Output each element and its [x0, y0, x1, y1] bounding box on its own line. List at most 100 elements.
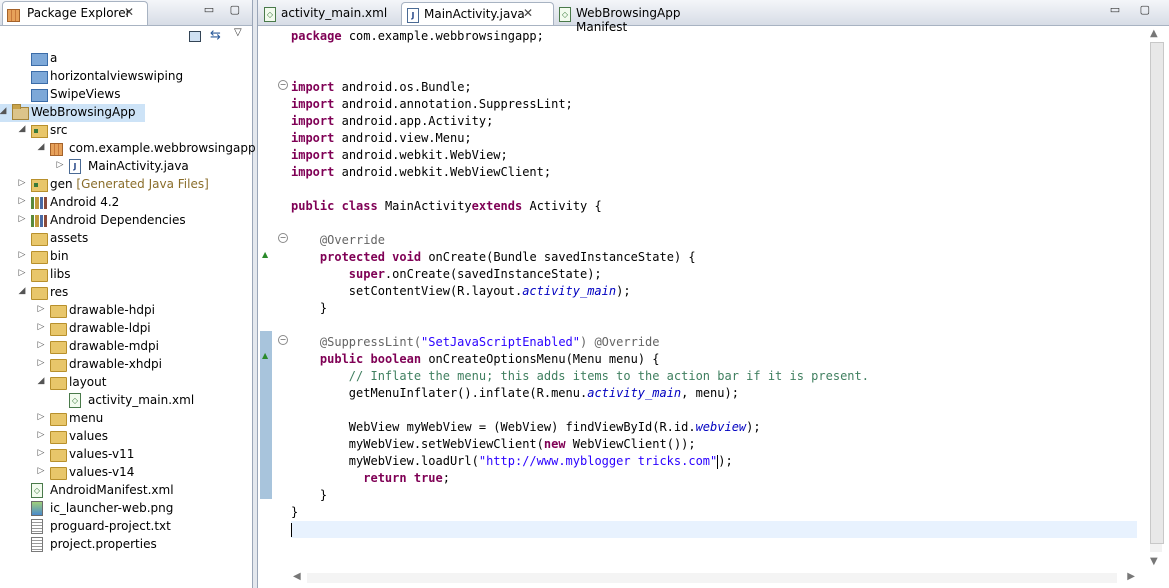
xml-file-icon: ◇ [264, 7, 276, 22]
tree-item[interactable]: a [0, 50, 250, 68]
tree-item[interactable]: ▷ drawable-xhdpi [0, 356, 250, 374]
expand-icon[interactable]: ▷ [17, 178, 27, 188]
expand-icon[interactable]: ▷ [36, 304, 46, 314]
tree-item[interactable]: ◢ src [0, 122, 250, 140]
tree-item[interactable]: ◇ activity_main.xml [0, 392, 250, 410]
tree-item[interactable]: ▷ values-v14 [0, 464, 250, 482]
close-icon[interactable]: ✕ [523, 6, 533, 20]
tree-item[interactable]: ▷ menu [0, 410, 250, 428]
override-marker-icon[interactable]: ▲ [262, 351, 268, 360]
tree-item[interactable]: ▷ values [0, 428, 250, 446]
expand-icon[interactable]: ▷ [36, 358, 46, 368]
tree-item[interactable]: ▷ bin [0, 248, 250, 266]
annotation-ruler: ▲ ▲ [258, 26, 275, 588]
tree-item-label: values-v11 [69, 447, 134, 461]
expand-icon[interactable]: ▷ [36, 340, 46, 350]
code-token: .onCreate(savedInstanceState); [384, 267, 602, 281]
tree-item[interactable]: ◇ AndroidManifest.xml [0, 482, 250, 500]
fold-imports-icon[interactable]: − [278, 80, 288, 90]
code-token: "SetJavaScriptEnabled" [421, 335, 580, 349]
vertical-scrollbar[interactable]: ▲ ▼ [1138, 26, 1169, 588]
collapse-icon[interactable]: ◢ [0, 106, 8, 116]
scroll-left-icon[interactable]: ◀ [293, 571, 301, 582]
view-menu-icon[interactable]: ▽ [234, 27, 242, 38]
tree-item-label: drawable-hdpi [69, 303, 155, 317]
expand-icon[interactable]: ▷ [36, 430, 46, 440]
expand-icon[interactable]: ▷ [17, 250, 27, 260]
tree-item[interactable]: ▷ gen [Generated Java Files] [0, 176, 250, 194]
code-token: onCreateOptionsMenu(Menu menu) { [428, 352, 660, 366]
tree-item[interactable]: project.properties [0, 536, 250, 554]
scroll-right-icon[interactable]: ▶ [1127, 571, 1135, 582]
scroll-up-icon[interactable]: ▲ [1150, 28, 1158, 39]
horizontal-scrollbar[interactable]: ◀ ▶ [291, 570, 1137, 586]
tree-item[interactable]: horizontalviewswiping [0, 68, 250, 86]
tree-item-label: MainActivity.java [88, 159, 189, 173]
collapse-icon[interactable]: ◢ [17, 286, 27, 296]
tree-item[interactable]: ◢ WebBrowsingApp [0, 104, 145, 122]
fold-oncreate-icon[interactable]: − [278, 233, 288, 243]
code-area[interactable]: package com.example.webbrowsingapp; impor… [291, 26, 1137, 570]
folder-icon [31, 269, 48, 282]
code-token: } [291, 488, 328, 502]
blue-folder-icon [31, 71, 48, 84]
fold-oncreateoptionsmenu-icon[interactable]: − [278, 335, 288, 345]
tree-item[interactable]: ▷ J MainActivity.java [0, 158, 250, 176]
tree-item[interactable]: ▷ libs [0, 266, 250, 284]
override-marker-icon[interactable]: ▲ [262, 250, 268, 259]
tree-item[interactable]: ▷ values-v11 [0, 446, 250, 464]
expand-icon[interactable]: ▷ [17, 268, 27, 278]
collapse-icon[interactable]: ◢ [17, 124, 27, 134]
package-explorer-view: Package Explorer ✕ ▭ ▢ ⇆ ▽ a horizontalvi… [0, 0, 256, 588]
tree-item-name: src [50, 123, 68, 137]
code-token: @SuppressLint( [291, 335, 422, 349]
code-token: android.webkit.WebViewClient; [341, 165, 552, 179]
tree-item[interactable]: ic_launcher-web.png [0, 500, 250, 518]
tree-item[interactable]: assets [0, 230, 250, 248]
expand-icon[interactable]: ▷ [36, 412, 46, 422]
expand-icon[interactable]: ▷ [55, 160, 65, 170]
tree-item[interactable]: ▷ drawable-mdpi [0, 338, 250, 356]
code-token: onCreate(Bundle savedInstanceState) { [428, 250, 696, 264]
close-icon[interactable]: ✕ [124, 5, 134, 19]
editor-tab[interactable]: ◇ activity_main.xml [259, 2, 399, 24]
tree-item-decoration: [Generated Java Files] [72, 177, 209, 191]
expand-icon[interactable]: ▷ [36, 322, 46, 332]
editor-minimize-maximize-icons[interactable]: ▭ ▢ [1110, 3, 1158, 16]
tree-item[interactable]: SwipeViews [0, 86, 250, 104]
tree-item[interactable]: ▷ Android 4.2 [0, 194, 250, 212]
tree-item[interactable]: ▷ drawable-hdpi [0, 302, 250, 320]
expand-icon[interactable]: ▷ [36, 448, 46, 458]
collapse-icon[interactable]: ◢ [36, 142, 46, 152]
tree-item[interactable]: proguard-project.txt [0, 518, 250, 536]
tree-item-name: WebBrowsingApp [31, 105, 136, 119]
expand-icon[interactable]: ▷ [17, 214, 27, 224]
project-icon [12, 104, 29, 120]
package-explorer-tab[interactable]: Package Explorer ✕ [2, 1, 148, 25]
code-token: } [291, 301, 328, 315]
tree-item[interactable]: ◢ layout [0, 374, 250, 392]
collapse-icon[interactable]: ◢ [36, 376, 46, 386]
expand-icon[interactable]: ▷ [17, 196, 27, 206]
tree-item[interactable]: ◢ com.example.webbrowsingapp [0, 140, 256, 158]
tree-item[interactable]: ▷ drawable-ldpi [0, 320, 250, 338]
tree-item[interactable]: ◢ res [0, 284, 250, 302]
link-with-editor-icon[interactable]: ⇆ [210, 28, 221, 43]
scroll-down-icon[interactable]: ▼ [1150, 556, 1158, 567]
code-token: import [291, 97, 335, 111]
scroll-track[interactable] [307, 573, 1117, 583]
tree-item-label: SwipeViews [50, 87, 121, 101]
scroll-thumb[interactable] [1150, 42, 1164, 544]
editor-tab[interactable]: J MainActivity.java ✕ [401, 2, 554, 25]
editor-tab[interactable]: ◇ WebBrowsingApp Manifest [554, 2, 734, 34]
expand-icon[interactable]: ▷ [36, 466, 46, 476]
tree-item[interactable]: ▷ Android Dependencies [0, 212, 250, 230]
code-line: WebView myWebView = (WebView) findViewBy… [291, 419, 1137, 436]
collapse-all-icon[interactable] [189, 31, 201, 42]
minimize-maximize-icons[interactable]: ▭ ▢ [204, 3, 246, 16]
code-line: import android.annotation.SuppressLint; [291, 96, 1137, 113]
text-file-icon [31, 519, 43, 534]
xml-file-icon: ◇ [69, 393, 81, 408]
code-token: } [291, 505, 299, 519]
